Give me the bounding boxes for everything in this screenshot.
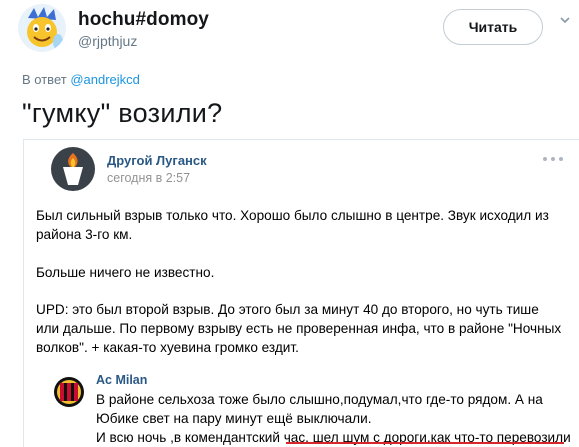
display-name[interactable]: hochu#domoy	[78, 9, 209, 31]
post-paragraph: Был сильный взрыв только что. Хорошо был…	[36, 208, 549, 242]
tweet-header: hochu#domoy @rjpthjuz Читать	[0, 0, 579, 62]
username[interactable]: @rjpthjuz	[78, 33, 137, 49]
post-timestamp[interactable]: сегодня в 2:57	[107, 171, 190, 185]
embedded-vk-post[interactable]: Другой Луганск сегодня в 2:57 Был сильны…	[23, 139, 579, 447]
comment-line: В районе сельхоза тоже было слышно,подум…	[96, 392, 543, 407]
comment-line: И всю ночь ,в комендантский час, шел шум…	[96, 430, 571, 445]
post-paragraph: Больше ничего не известно.	[36, 265, 215, 280]
comment-line: Юбике свет на пару минут ещё выключали.	[96, 411, 372, 426]
follow-button[interactable]: Читать	[443, 9, 543, 45]
comment-author-link[interactable]: Ac Milan	[96, 373, 147, 387]
comment-text: В районе сельхоза тоже было слышно,подум…	[71, 390, 579, 447]
reply-context: В ответ @andrejkcd	[22, 72, 140, 87]
more-dots-icon[interactable]	[542, 156, 564, 162]
red-underline-annotation	[286, 442, 564, 444]
reply-prefix: В ответ	[22, 72, 67, 87]
post-paragraph: UPD: это был второй взрыв. До этого был …	[36, 302, 562, 355]
user-avatar[interactable]	[18, 4, 66, 52]
community-name-link[interactable]: Другой Луганск	[107, 153, 207, 168]
chevron-down-icon[interactable]	[559, 14, 571, 26]
tweet-text: "гумку" возили?	[22, 98, 223, 128]
reply-handle-link[interactable]: @andrejkcd	[70, 72, 140, 87]
community-avatar[interactable]	[51, 147, 95, 191]
